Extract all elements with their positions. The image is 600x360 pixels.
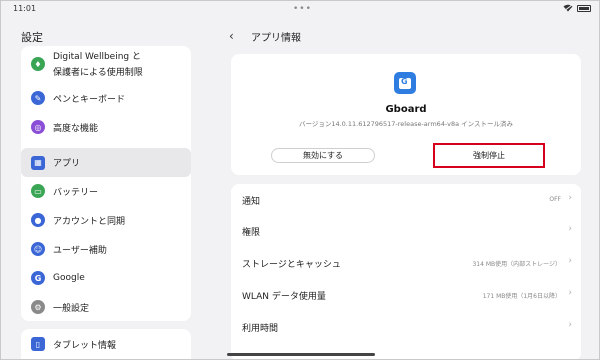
- chevron-right-icon: ›: [568, 320, 572, 330]
- google-icon: G: [31, 271, 45, 285]
- sidebar-item-label: Digital Wellbeing と: [53, 52, 141, 62]
- status-icons: [563, 4, 591, 12]
- sidebar-item-label: 保護者による使用制限: [53, 68, 143, 78]
- tablet-icon: ▯: [31, 337, 45, 351]
- battery-icon: ▭: [31, 184, 45, 198]
- account-icon: ●: [31, 213, 45, 227]
- sidebar-card-3: ▯ タブレット情報: [21, 329, 191, 359]
- row-usage-time[interactable]: 利用時間 ›: [231, 311, 581, 342]
- gear-icon: ⚙: [31, 300, 45, 314]
- gboard-app-icon: [394, 72, 416, 94]
- sidebar-item-label: バッテリー: [53, 187, 99, 198]
- status-bar: 11:01 •••: [1, 1, 599, 19]
- pen-icon: ✎: [31, 91, 45, 105]
- sidebar-item-apps[interactable]: ▦ アプリ: [21, 148, 191, 177]
- wellbeing-icon: ♦: [31, 57, 45, 71]
- row-label: 利用時間: [242, 324, 279, 334]
- row-value: 171 MB使用（1月6日以降）: [482, 293, 561, 300]
- battery-status-icon: [577, 4, 591, 12]
- sidebar-item-label: アカウントと同期: [53, 216, 126, 227]
- sidebar-item-tablet-info[interactable]: ▯ タブレット情報: [21, 330, 191, 358]
- sidebar-item-label: ユーザー補助: [53, 245, 107, 256]
- app-settings-list: 通知 OFF › 権限 › ストレージとキャッシュ 314 MB使用（内部ストレ…: [231, 184, 581, 359]
- sidebar-item-accounts[interactable]: ● アカウントと同期: [21, 206, 191, 234]
- row-value: 314 MB使用（内部ストレージ）: [472, 261, 561, 268]
- main-header: ‹ アプリ情報: [229, 27, 301, 45]
- app-info-card: Gboard バージョン14.0.11.612796517-release-ar…: [231, 54, 581, 175]
- chevron-right-icon: ›: [568, 224, 572, 234]
- multitask-dots[interactable]: •••: [293, 4, 312, 14]
- sidebar-item-label: 一般設定: [53, 303, 90, 314]
- sidebar-item-label: ペンとキーボード: [53, 94, 126, 105]
- sidebar-title: 設定: [21, 31, 43, 44]
- status-time: 11:01: [13, 4, 37, 13]
- chevron-right-icon: ›: [568, 256, 572, 266]
- row-storage[interactable]: ストレージとキャッシュ 314 MB使用（内部ストレージ） ›: [231, 247, 581, 278]
- wifi-icon: [563, 4, 573, 12]
- chevron-right-icon: ›: [568, 288, 572, 298]
- sidebar-item-label: タブレット情報: [53, 340, 117, 351]
- apps-icon: ▦: [31, 155, 45, 170]
- back-arrow-icon[interactable]: ‹: [229, 29, 245, 43]
- row-wlan-data[interactable]: WLAN データ使用量 171 MB使用（1月6日以降） ›: [231, 279, 581, 310]
- row-notifications[interactable]: 通知 OFF ›: [231, 184, 581, 215]
- sidebar-card-2: ▦ アプリ ▭ バッテリー ● アカウントと同期 ☺ ユーザー補助 G Goog…: [21, 147, 191, 321]
- sidebar: 設定 ♦ Digital Wellbeing と 保護者による使用制限 ✎ ペン…: [1, 19, 213, 359]
- row-label: 権限: [242, 228, 261, 238]
- row-label: WLAN データ使用量: [242, 292, 326, 302]
- sidebar-item-advanced[interactable]: ◎ 高度な機能: [21, 113, 191, 141]
- sidebar-item-label: Google: [53, 273, 85, 283]
- sidebar-item-label: 高度な機能: [53, 123, 99, 134]
- sidebar-item-google[interactable]: G Google: [21, 264, 191, 292]
- accessibility-icon: ☺: [31, 242, 45, 256]
- sidebar-item-label: アプリ: [53, 159, 81, 169]
- row-permissions[interactable]: 権限 ›: [231, 215, 581, 246]
- sidebar-item-general[interactable]: ⚙ 一般設定: [21, 293, 191, 321]
- row-value: OFF: [549, 196, 561, 203]
- chevron-right-icon: ›: [568, 193, 572, 203]
- sidebar-item-digital-wellbeing[interactable]: ♦ Digital Wellbeing と 保護者による使用制限: [21, 46, 191, 82]
- sidebar-item-battery[interactable]: ▭ バッテリー: [21, 177, 191, 205]
- force-stop-button[interactable]: 強制停止: [433, 143, 545, 168]
- app-version: バージョン14.0.11.612796517-release-arm64-v8a…: [298, 120, 514, 128]
- sidebar-item-pen-keyboard[interactable]: ✎ ペンとキーボード: [21, 84, 191, 112]
- advanced-icon: ◎: [31, 120, 45, 134]
- sidebar-item-accessibility[interactable]: ☺ ユーザー補助: [21, 235, 191, 263]
- app-name: Gboard: [385, 104, 427, 115]
- row-label: ストレージとキャッシュ: [242, 260, 341, 270]
- row-label: 通知: [242, 197, 261, 207]
- device-frame: 11:01 ••• 設定 ♦ Digital Wellbeing と 保護者によ…: [0, 0, 600, 360]
- page-title: アプリ情報: [251, 32, 301, 44]
- disable-button[interactable]: 無効にする: [271, 148, 375, 163]
- home-indicator[interactable]: [227, 353, 375, 356]
